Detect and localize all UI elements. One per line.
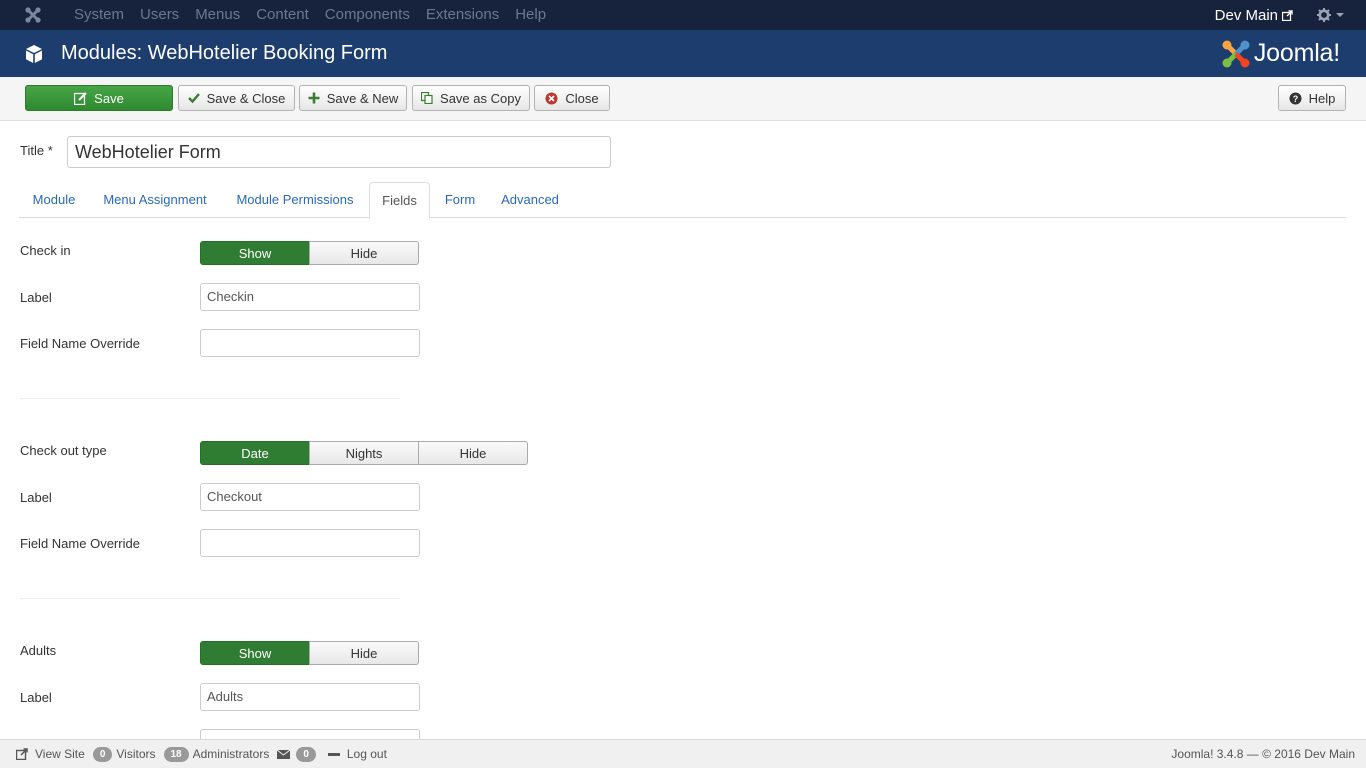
question-icon: ? xyxy=(1289,92,1302,105)
adults-override-input[interactable] xyxy=(200,729,420,739)
adults-show-option[interactable]: Show xyxy=(200,641,310,665)
checkin-override-input[interactable] xyxy=(200,329,420,357)
menu-help[interactable]: Help xyxy=(507,0,554,30)
brand-name: Joomla! xyxy=(1253,39,1340,67)
close-label: Close xyxy=(565,90,599,106)
admins-status: 18 Administrators xyxy=(163,746,270,762)
tab-fields[interactable]: Fields xyxy=(369,182,430,219)
top-navbar: System Users Menus Content Components Ex… xyxy=(0,0,1366,30)
tab-advanced[interactable]: Advanced xyxy=(490,182,570,218)
logout-label: Log out xyxy=(346,747,387,761)
save-close-label: Save & Close xyxy=(206,90,286,106)
menu-components[interactable]: Components xyxy=(317,0,418,30)
visitors-badge: 0 xyxy=(92,746,113,762)
page-title: Modules: WebHotelier Booking Form xyxy=(61,42,388,64)
checkout-toggle: Date Nights Hide xyxy=(200,441,528,465)
checkout-hide-option[interactable]: Hide xyxy=(418,441,528,465)
joomla-brand-icon xyxy=(1222,40,1250,67)
module-cube-icon xyxy=(24,44,46,64)
checkout-nights-option[interactable]: Nights xyxy=(309,441,419,465)
tab-menu-assignment[interactable]: Menu Assignment xyxy=(89,182,221,218)
checkout-date-option[interactable]: Date xyxy=(200,441,310,465)
checkin-label-label: Label xyxy=(20,290,52,305)
checkin-toggle: Show Hide xyxy=(200,241,419,265)
gear-icon xyxy=(1317,8,1331,22)
save-button[interactable]: Save xyxy=(25,85,173,111)
divider xyxy=(20,598,400,599)
checkout-override-label: Field Name Override xyxy=(20,536,140,551)
copy-icon xyxy=(421,92,433,104)
checkmark-icon xyxy=(187,92,200,104)
view-site-link[interactable]: View Site xyxy=(16,747,85,761)
site-name: Dev Main xyxy=(1214,6,1278,24)
joomla-brand: Joomla! xyxy=(1221,39,1340,69)
svg-text:?: ? xyxy=(1292,94,1298,104)
visitors-status: 0 Visitors xyxy=(92,746,156,762)
logout-link[interactable]: Log out xyxy=(327,747,387,761)
checkout-label: Check out type xyxy=(20,443,107,458)
save-label: Save xyxy=(94,90,124,106)
joomla-logo-icon[interactable] xyxy=(0,0,66,30)
adults-toggle: Show Hide xyxy=(200,641,419,665)
admins-label: Administrators xyxy=(192,747,270,761)
main-menu: System Users Menus Content Components Ex… xyxy=(66,0,554,30)
external-link-icon xyxy=(16,748,28,760)
checkin-show-option[interactable]: Show xyxy=(200,241,310,265)
tab-bar: Module Menu Assignment Module Permission… xyxy=(19,182,1347,219)
adults-label: Adults xyxy=(20,643,57,658)
page-header: Modules: WebHotelier Booking Form Joomla… xyxy=(0,30,1366,77)
help-button[interactable]: ? Help xyxy=(1278,85,1346,111)
edit-icon xyxy=(74,91,87,105)
view-site-label: View Site xyxy=(35,747,85,761)
menu-users[interactable]: Users xyxy=(132,0,187,30)
navbar-right: Dev Main xyxy=(1215,7,1366,24)
checkin-override-label: Field Name Override xyxy=(20,336,140,351)
version-copyright: Joomla! 3.4.8 — © 2016 Dev Main xyxy=(1171,747,1355,761)
adults-label-label: Label xyxy=(20,690,52,705)
save-copy-label: Save as Copy xyxy=(440,90,521,106)
checkout-override-input[interactable] xyxy=(200,529,420,557)
save-new-label: Save & New xyxy=(326,90,399,106)
toolbar: Save Save & Close Save & New Save as Cop… xyxy=(0,77,1366,121)
menu-system[interactable]: System xyxy=(66,0,132,30)
admins-badge: 18 xyxy=(163,746,189,762)
menu-extensions[interactable]: Extensions xyxy=(418,0,507,30)
site-link[interactable]: Dev Main xyxy=(1215,7,1293,24)
settings-dropdown[interactable] xyxy=(1317,8,1344,22)
visitors-label: Visitors xyxy=(116,747,156,761)
divider xyxy=(20,398,400,399)
adults-hide-option[interactable]: Hide xyxy=(309,641,419,665)
envelope-icon xyxy=(277,749,291,759)
tab-module-permissions[interactable]: Module Permissions xyxy=(221,182,369,218)
tab-form[interactable]: Form xyxy=(430,182,490,218)
save-copy-button[interactable]: Save as Copy xyxy=(412,85,530,111)
messages-link[interactable]: 0 xyxy=(277,746,320,762)
title-input[interactable]: WebHotelier Form xyxy=(67,136,611,168)
checkout-label-label: Label xyxy=(20,490,52,505)
checkin-hide-option[interactable]: Hide xyxy=(309,241,419,265)
close-circle-icon xyxy=(545,92,558,105)
save-close-button[interactable]: Save & Close xyxy=(178,85,295,111)
checkin-label: Check in xyxy=(20,243,71,258)
tab-module[interactable]: Module xyxy=(19,182,89,218)
status-bar: View Site 0 Visitors 18 Administrators 0… xyxy=(0,739,1366,768)
menu-content[interactable]: Content xyxy=(248,0,317,30)
messages-badge: 0 xyxy=(296,746,316,762)
title-label: Title * xyxy=(20,143,53,158)
menu-menus[interactable]: Menus xyxy=(187,0,248,30)
external-link-icon xyxy=(1282,9,1293,21)
save-new-button[interactable]: Save & New xyxy=(299,85,407,111)
minus-icon xyxy=(327,752,340,756)
checkout-label-input[interactable]: Checkout xyxy=(200,483,420,511)
help-label: Help xyxy=(1308,90,1336,106)
chevron-down-icon xyxy=(1336,13,1344,17)
checkin-label-input[interactable]: Checkin xyxy=(200,283,420,311)
plus-icon xyxy=(308,92,320,104)
adults-label-input[interactable]: Adults xyxy=(200,683,420,711)
close-button[interactable]: Close xyxy=(534,85,610,111)
